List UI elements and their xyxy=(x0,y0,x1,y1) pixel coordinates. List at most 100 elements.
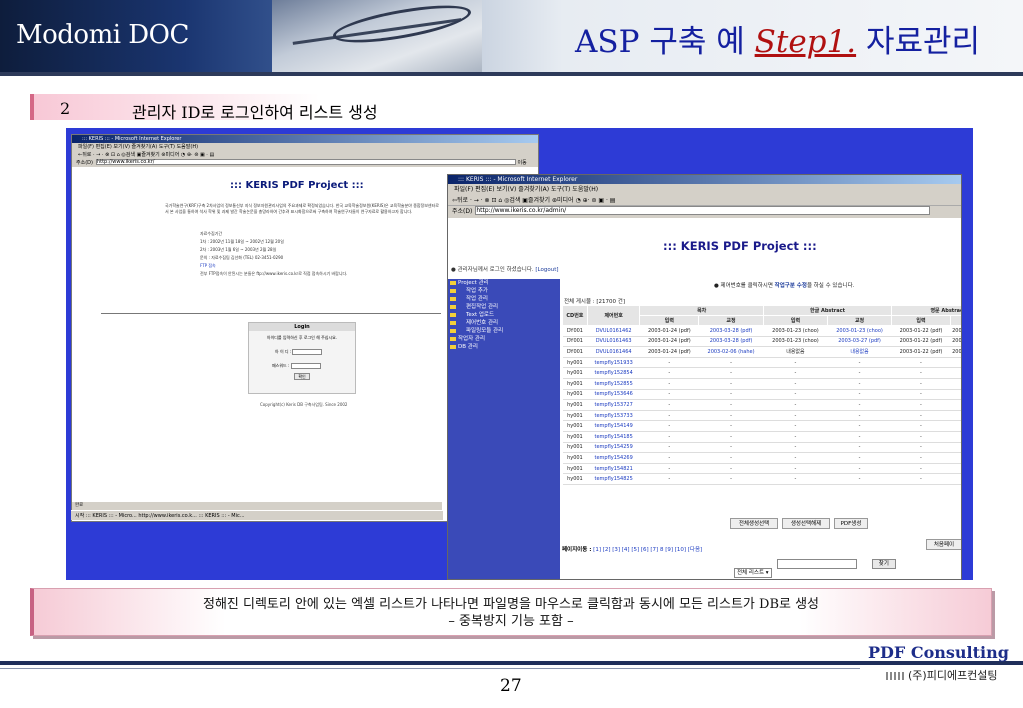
select-all-button[interactable]: 전체생성선택 xyxy=(730,518,778,529)
menu-bar[interactable]: 파일(F) 편집(E) 보기(V) 즐겨찾기(A) 도구(T) 도움말(H) xyxy=(72,143,538,151)
table-cell: - xyxy=(639,452,699,464)
login-hint: 아이디를 입력하신 후 로그인 해 주십시요. xyxy=(266,335,338,340)
table-cell[interactable]: tempfly154185 xyxy=(587,431,640,443)
search-button[interactable]: 찾기 xyxy=(871,559,896,569)
address-input[interactable]: http://www.ikeris.co.kr/ xyxy=(95,159,516,165)
table-cell: - xyxy=(827,367,892,379)
table-cell: - xyxy=(698,431,764,443)
table-cell: - xyxy=(827,357,892,369)
id-label: 아 이 디 : xyxy=(275,349,292,354)
table-cell: - xyxy=(827,399,892,411)
table-cell: - xyxy=(763,399,828,411)
table-cell[interactable]: DVUL0161464 xyxy=(587,346,640,358)
menu-bar[interactable]: 파일(F) 편집(E) 보기(V) 즐겨찾기(A) 도구(T) 도움말(H) xyxy=(448,184,961,195)
sidebar-item-edit-admin[interactable]: 편집작업 관리 xyxy=(448,303,560,311)
deselect-all-button[interactable]: 생성선택해제 xyxy=(782,518,830,529)
sidebar-item-workers[interactable]: 작업자 관리 xyxy=(448,335,560,343)
pw-row: 패스워드 : xyxy=(272,363,355,369)
table-cell: hy001 xyxy=(562,357,588,369)
table-cell[interactable]: DVUL0161463 xyxy=(587,336,640,348)
company-name-ko: (주)피디에프컨설팅 xyxy=(886,667,998,683)
table-cell[interactable]: DVUL0161462 xyxy=(587,325,640,337)
table-cell[interactable]: tempfly154259 xyxy=(587,442,640,454)
table-cell[interactable]: tempfly154825 xyxy=(587,473,640,485)
table-cell[interactable]: 2003-03-28 (pdf) xyxy=(698,336,764,348)
table-cell: - xyxy=(763,452,828,464)
table-cell: - xyxy=(827,420,892,432)
table-cell: - xyxy=(827,442,892,454)
table-cell: - xyxy=(698,378,764,390)
table-cell[interactable]: 2003-01-23 (choo) xyxy=(827,325,892,337)
table-cell: 2003-01-22 (pdf) xyxy=(891,325,951,337)
table-cell: hy001 xyxy=(562,431,588,443)
first-page-button[interactable]: 처음페이 xyxy=(926,539,961,550)
table-cell: - xyxy=(891,389,951,401)
table-cell[interactable]: tempfly153646 xyxy=(587,389,640,401)
table-cell: - xyxy=(698,473,764,485)
sidebar-item-filing-module[interactable]: 파일링모듈 관리 xyxy=(448,327,560,335)
login-submit-button[interactable]: 확인 xyxy=(294,373,310,380)
caption-line-2: – 중복방지 기능 포함 – xyxy=(448,614,574,629)
sidebar-item-db[interactable]: DB 관리 xyxy=(448,343,560,351)
table-cell: - xyxy=(891,420,951,432)
list-item: 1차 : 2002년 11월 18일 ~ 2002년 12월 20일 xyxy=(200,239,284,244)
table-row: hy001 tempfly154269- - - - - xyxy=(562,452,961,464)
table-cell: - xyxy=(639,431,699,443)
page-title: ::: KERIS PDF Project ::: xyxy=(663,239,817,253)
sidebar-item-task-admin[interactable]: 작업 관리 xyxy=(448,295,560,303)
table-cell: - xyxy=(891,399,951,411)
password-input[interactable] xyxy=(290,363,321,369)
search-scope-select[interactable]: 전체 리스트 ▾ xyxy=(734,568,772,578)
col-proof xyxy=(949,315,961,326)
address-input[interactable]: http://www.ikeris.co.kr/admin/ xyxy=(475,206,931,215)
table-cell[interactable]: 2003-03-28 (pdf) xyxy=(698,325,764,337)
taskbar[interactable]: 시작 ::: KERIS ::: - Micro... http://www.i… xyxy=(71,510,443,520)
table-cell[interactable]: tempfly151933 xyxy=(587,357,640,369)
sidebar-item-control-number[interactable]: 제어번호 관리 xyxy=(448,319,560,327)
table-cell: - xyxy=(827,431,892,443)
table-cell[interactable]: tempfly154149 xyxy=(587,420,640,432)
toolbar[interactable]: ⇦뒤로 · → · ⊗ ⊡ ⌂ ◎검색 ▣즐겨찾기 ⊛미디어 ◔ ⊕· ⊜ ▣ … xyxy=(448,195,961,206)
table-cell: 2003-01-22 (pdf) xyxy=(891,336,951,348)
table-cell: - xyxy=(698,389,764,401)
table-row: hy001 tempfly154259- - - - - xyxy=(562,442,961,454)
id-input[interactable] xyxy=(292,349,323,355)
brand-title: Modomi DOC xyxy=(16,20,189,50)
info-list: 자료수집기간 1차 : 2002년 11월 18일 ~ 2002년 12월 20… xyxy=(200,230,347,278)
table-cell: - xyxy=(891,463,951,475)
footer-rule xyxy=(0,668,860,669)
table-cell[interactable]: tempfly153733 xyxy=(587,410,640,422)
go-button[interactable]: 이동 xyxy=(518,160,527,166)
toolbar[interactable]: ←뒤로 · → · ⊗ ⊡ ⌂ ◎검색 ▣즐겨찾기 ⊛미디어 ◔ ⊕· ⊜ ▣ … xyxy=(72,151,538,159)
table-cell[interactable]: tempfly154821 xyxy=(587,463,640,475)
table-cell[interactable]: tempfly152854 xyxy=(587,367,640,379)
table-cell: hy001 xyxy=(562,378,588,390)
pdf-generate-button[interactable]: PDF생성 xyxy=(834,518,868,529)
table-cell xyxy=(950,357,961,369)
table-cell xyxy=(950,463,961,475)
table-cell xyxy=(950,367,961,379)
table-row: hy001 tempfly153646- - - - - xyxy=(562,389,961,401)
table-cell[interactable]: tempfly154269 xyxy=(587,452,640,464)
table-cell: - xyxy=(763,431,828,443)
intro-text: 국가학술연구(KRF)구축 2차사업의 정보통신부 지식 정보자원관리사업의 주… xyxy=(165,203,439,214)
table-cell[interactable]: 내용없음 xyxy=(827,346,892,358)
sidebar-item-text-upload[interactable]: Text 업로드 xyxy=(448,311,560,319)
table-cell[interactable]: 2003-03-27 (pdf) xyxy=(827,336,892,348)
col-input: 입력 xyxy=(639,315,700,326)
table-cell xyxy=(950,410,961,422)
ftp-link[interactable]: FTP 접속 xyxy=(200,262,347,270)
table-cell: - xyxy=(827,410,892,422)
table-cell: - xyxy=(639,410,699,422)
col-eng-abstract: 영문 Abstrac xyxy=(891,305,961,316)
table-cell[interactable]: tempfly153727 xyxy=(587,399,640,411)
logout-link[interactable]: [Logout] xyxy=(535,267,558,273)
table-cell[interactable]: tempfly152855 xyxy=(587,378,640,390)
logo-bars-icon xyxy=(886,672,906,680)
pager-links[interactable]: [1] [2] [3] [4] [5] [6] [7] 8 [9] [10] [… xyxy=(593,547,702,553)
table-row: hy001 tempfly154185- - - - - xyxy=(562,431,961,443)
sidebar-item-add-task[interactable]: 작업 추가 xyxy=(448,287,560,295)
sidebar-item-project[interactable]: Project 관리 xyxy=(448,279,560,287)
table-cell[interactable]: 2003-02-06 (hahe) xyxy=(698,346,764,358)
search-input[interactable] xyxy=(776,559,857,569)
